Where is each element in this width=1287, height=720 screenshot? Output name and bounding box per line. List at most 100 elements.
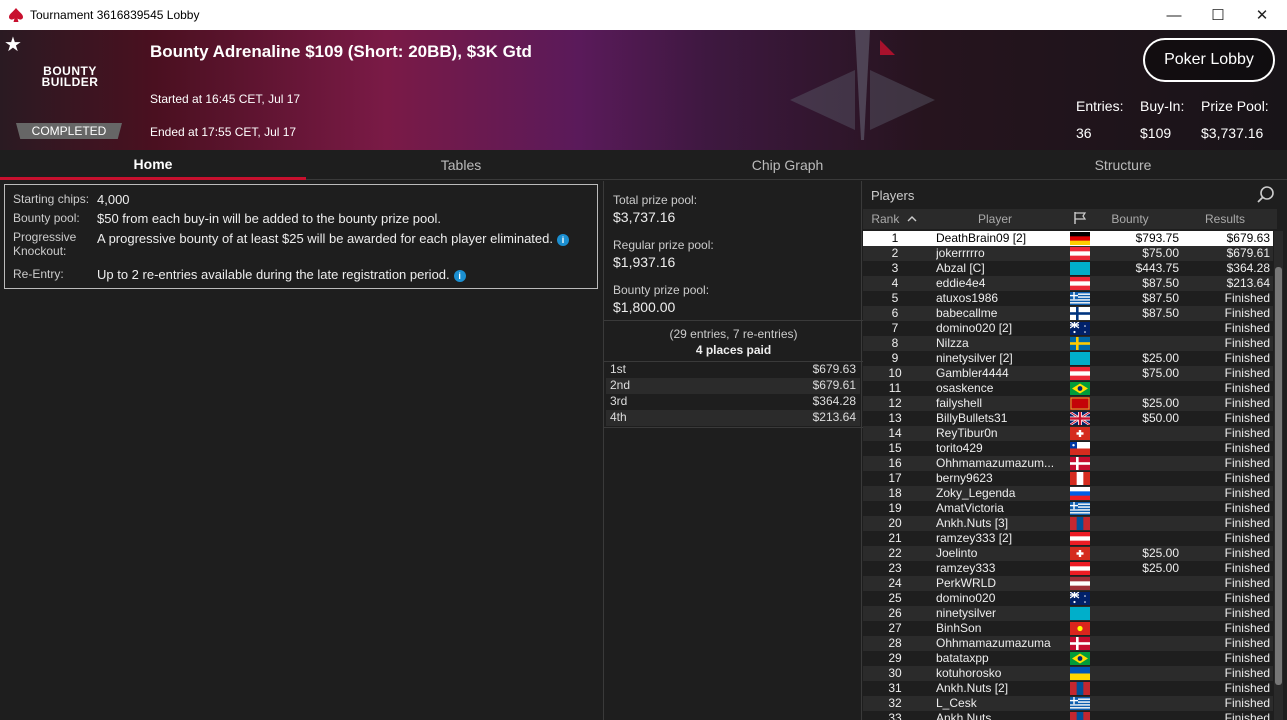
minimize-button[interactable]: — bbox=[1152, 0, 1196, 30]
scrollbar-thumb[interactable] bbox=[1275, 267, 1282, 685]
player-row[interactable]: 27 BinhSon Finished bbox=[863, 621, 1273, 636]
places-paid: 4 places paid bbox=[695, 343, 772, 357]
player-row[interactable]: 12 failyshell $25.00 Finished bbox=[863, 396, 1273, 411]
player-row[interactable]: 22 Joelinto $25.00 Finished bbox=[863, 546, 1273, 561]
favorite-star-icon[interactable]: ★ bbox=[4, 32, 22, 57]
col-bounty[interactable]: Bounty bbox=[1093, 212, 1167, 226]
player-result: Finished bbox=[1224, 651, 1270, 665]
col-flag[interactable] bbox=[1067, 211, 1093, 228]
player-row[interactable]: 6 babecallme $87.50 Finished bbox=[863, 306, 1273, 321]
player-rank: 16 bbox=[888, 456, 902, 470]
player-row[interactable]: 1 DeathBrain09 [2] $793.75 $679.63 bbox=[863, 231, 1273, 246]
player-row[interactable]: 23 ramzey333 $25.00 Finished bbox=[863, 561, 1273, 576]
window-title: Tournament 3616839545 Lobby bbox=[30, 8, 200, 22]
payout-amount: $679.61 bbox=[812, 378, 856, 392]
player-result: Finished bbox=[1224, 441, 1270, 455]
prize-pool-panel: Total prize pool: $3,737.16 Regular priz… bbox=[603, 181, 863, 720]
player-row[interactable]: 29 batataxpp Finished bbox=[863, 651, 1273, 666]
tab-home[interactable]: Home bbox=[0, 150, 306, 180]
player-result: Finished bbox=[1224, 351, 1270, 365]
player-result: Finished bbox=[1224, 576, 1270, 590]
tournament-title: Bounty Adrenaline $109 (Short: 20BB), $3… bbox=[150, 42, 532, 61]
tab-structure[interactable]: Structure bbox=[959, 150, 1287, 180]
col-results[interactable]: Results bbox=[1177, 212, 1273, 226]
player-result: Finished bbox=[1224, 336, 1270, 350]
player-row[interactable]: 18 Zoky_Legenda Finished bbox=[863, 486, 1273, 501]
player-row[interactable]: 10 Gambler4444 $75.00 Finished bbox=[863, 366, 1273, 381]
tab-tables[interactable]: Tables bbox=[306, 150, 616, 180]
info-icon[interactable]: i bbox=[556, 233, 569, 246]
player-row[interactable]: 7 domino020 [2] Finished bbox=[863, 321, 1273, 336]
player-row[interactable]: 21 ramzey333 [2] Finished bbox=[863, 531, 1273, 546]
payout-place: 3rd bbox=[610, 394, 628, 408]
player-row[interactable]: 16 Ohhmamazumazum... Finished bbox=[863, 456, 1273, 471]
players-scrollbar[interactable] bbox=[1274, 231, 1283, 720]
player-name: DeathBrain09 [2] bbox=[936, 231, 1027, 245]
bounty-builder-logo: BOUNTY BUILDER bbox=[41, 64, 99, 89]
entries-stat: Entries: 36 bbox=[1076, 98, 1124, 141]
player-row[interactable]: 33 Ankh.Nuts Finished bbox=[863, 711, 1273, 720]
country-flag-icon bbox=[1070, 562, 1090, 576]
col-player[interactable]: Player bbox=[933, 212, 1057, 226]
maximize-button[interactable]: ☐ bbox=[1196, 0, 1240, 30]
player-row[interactable]: 2 jokerrrrro $75.00 $679.61 bbox=[863, 246, 1273, 261]
col-rank[interactable]: Rank bbox=[863, 212, 925, 226]
player-rank: 2 bbox=[891, 246, 899, 260]
country-flag-icon bbox=[1070, 607, 1090, 620]
country-flag-icon bbox=[1070, 652, 1090, 665]
player-row[interactable]: 8 Nilzza Finished bbox=[863, 336, 1273, 351]
country-flag-icon bbox=[1070, 697, 1090, 711]
country-flag-icon bbox=[1070, 262, 1090, 275]
player-bounty: $25.00 bbox=[1142, 561, 1179, 575]
player-row[interactable]: 30 kotuhorosko Finished bbox=[863, 666, 1273, 681]
player-rank: 14 bbox=[888, 426, 902, 440]
payout-row: 4th $213.64 bbox=[606, 410, 860, 426]
close-button[interactable]: ✕ bbox=[1240, 0, 1284, 30]
bounty-prize-label: Bounty prize pool: bbox=[613, 283, 710, 297]
player-name: ninetysilver [2] bbox=[936, 351, 1013, 365]
player-row[interactable]: 32 L_Cesk Finished bbox=[863, 696, 1273, 711]
player-name: L_Cesk bbox=[936, 696, 977, 710]
player-row[interactable]: 24 PerkWRLD Finished bbox=[863, 576, 1273, 591]
player-row[interactable]: 28 Ohhmamazumazuma Finished bbox=[863, 636, 1273, 651]
country-flag-icon bbox=[1070, 247, 1090, 261]
tournament-banner: ★ BOUNTY BUILDER COMPLETED Bounty Adrena… bbox=[0, 30, 1287, 150]
regular-prize-value: $1,937.16 bbox=[613, 254, 676, 270]
tab-chip-graph[interactable]: Chip Graph bbox=[616, 150, 959, 180]
player-row[interactable]: 19 AmatVictoria Finished bbox=[863, 501, 1273, 516]
player-row[interactable]: 11 osaskence Finished bbox=[863, 381, 1273, 396]
player-rank: 19 bbox=[888, 501, 902, 515]
player-name: atuxos1986 bbox=[936, 291, 999, 305]
country-flag-icon bbox=[1070, 682, 1091, 695]
country-flag-icon bbox=[1070, 427, 1090, 440]
player-result: $364.28 bbox=[1226, 261, 1270, 275]
player-row[interactable]: 26 ninetysilver Finished bbox=[863, 606, 1273, 621]
player-row[interactable]: 15 torito429 Finished bbox=[863, 441, 1273, 456]
player-row[interactable]: 13 BillyBullets31 $50.00 Finished bbox=[863, 410, 1273, 427]
player-row[interactable]: 5 atuxos1986 $87.50 Finished bbox=[863, 291, 1273, 306]
player-row[interactable]: 3 Abzal [C] $443.75 $364.28 bbox=[863, 261, 1273, 276]
player-rank: 6 bbox=[891, 306, 899, 320]
player-result: Finished bbox=[1224, 711, 1270, 720]
player-row[interactable]: 31 Ankh.Nuts [2] Finished bbox=[863, 681, 1273, 696]
player-name: Ohhmamazumazum... bbox=[936, 456, 1055, 470]
country-flag-icon bbox=[1070, 397, 1090, 410]
search-icon[interactable] bbox=[1257, 186, 1275, 204]
player-row[interactable]: 25 domino020 Finished bbox=[863, 591, 1273, 606]
player-row[interactable]: 4 eddie4e4 $87.50 $213.64 bbox=[863, 276, 1273, 291]
player-result: Finished bbox=[1224, 591, 1270, 605]
player-row[interactable]: 17 berny9623 Finished bbox=[863, 471, 1273, 486]
entries-note: (29 entries, 7 re-entries) bbox=[669, 327, 798, 341]
player-row[interactable]: 14 ReyTibur0n Finished bbox=[863, 426, 1273, 441]
player-name: ReyTibur0n bbox=[936, 426, 998, 440]
pokerstars-spade-icon bbox=[9, 8, 23, 22]
info-icon[interactable]: i bbox=[453, 269, 466, 282]
poker-lobby-button[interactable]: Poker Lobby bbox=[1143, 38, 1275, 82]
player-result: Finished bbox=[1224, 606, 1270, 620]
country-flag-icon bbox=[1070, 292, 1090, 306]
country-flag-icon bbox=[1070, 277, 1090, 291]
players-column-header: Rank Player Bounty Results bbox=[863, 209, 1277, 229]
player-row[interactable]: 20 Ankh.Nuts [3] Finished bbox=[863, 516, 1273, 531]
player-bounty: $87.50 bbox=[1142, 291, 1179, 305]
player-row[interactable]: 9 ninetysilver [2] $25.00 Finished bbox=[863, 351, 1273, 366]
